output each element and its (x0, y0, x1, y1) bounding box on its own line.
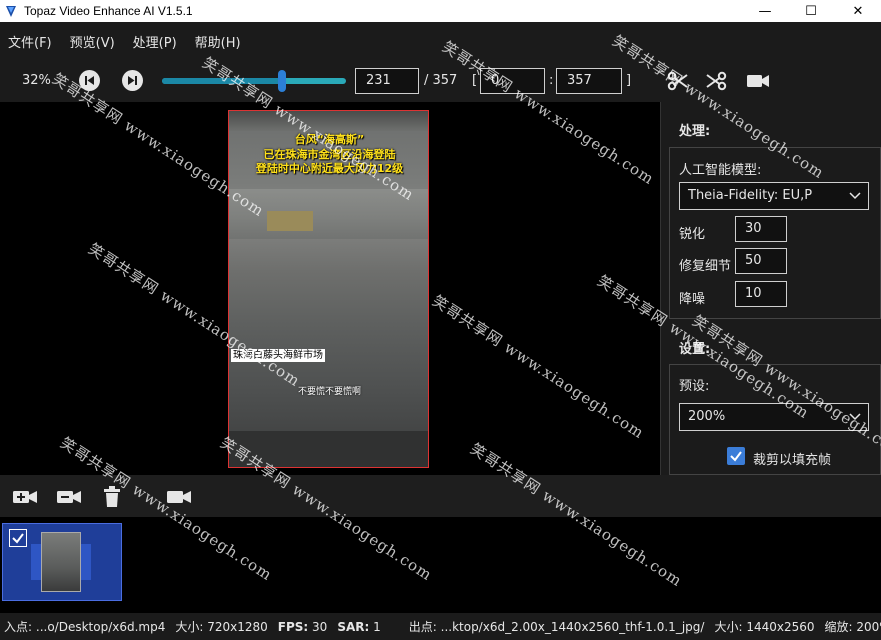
clip-toolbar (0, 475, 881, 517)
range-separator: : (549, 73, 554, 88)
video-top-band (229, 111, 428, 131)
menu-preview[interactable]: 预览(V) (70, 32, 115, 51)
video-frame: 台风“海高斯” 已在珠海市金湾区沿海登陆 登陆时中心附近最大风力12级 珠海白藤… (228, 110, 429, 468)
ai-model-value: Theia-Fidelity: EU,P (688, 188, 813, 203)
skip-end-icon[interactable] (122, 70, 143, 91)
crop-fill-checkbox[interactable] (727, 447, 745, 465)
video-caption-line-1: 台风“海高斯” (294, 133, 365, 146)
preset-value: 200% (688, 409, 726, 424)
crop-fill-label: 裁剪以填充帧 (753, 453, 832, 468)
menu-help[interactable]: 帮助(H) (195, 32, 241, 51)
minimize-button[interactable]: — (742, 0, 788, 22)
status-fps-value: 30 (312, 619, 328, 634)
ai-model-dropdown[interactable]: Theia-Fidelity: EU,P (679, 182, 869, 210)
status-fps: FPS: 30 (278, 620, 328, 634)
thumbnail-strip (0, 517, 881, 613)
sharpen-field[interactable]: 30 (735, 216, 787, 242)
video-camera-icon[interactable] (165, 484, 193, 510)
timeline-slider[interactable] (162, 78, 346, 84)
thumbnail-image (41, 532, 81, 592)
range-end-field[interactable]: 357 (556, 68, 622, 94)
checkmark-icon (12, 533, 24, 544)
status-size-label: 大小: (175, 620, 204, 634)
status-input-value: ...o/Desktop/x6d.mp4 (35, 620, 166, 634)
menu-file[interactable]: 文件(F) (8, 32, 52, 51)
window-title: Topaz Video Enhance AI V1.5.1 (24, 4, 193, 18)
status-input-label: 入点: (4, 620, 33, 634)
processing-heading: 处理: (679, 124, 711, 139)
menu-bar: 文件(F) 预览(V) 处理(P) 帮助(H) (0, 22, 881, 60)
timeline-slider-fill (162, 78, 282, 84)
video-place-label: 珠海白藤头海鲜市场 (231, 349, 325, 362)
video-bridge (229, 189, 428, 239)
zoom-level[interactable]: 32% (22, 73, 51, 88)
status-out-size: 大小: 1440x2560 (714, 618, 814, 635)
status-input: 入点: ...o/Desktop/x6d.mp4 (4, 618, 165, 635)
skip-start-icon[interactable] (79, 70, 100, 91)
status-fps-label: FPS: (277, 619, 309, 634)
status-scale-value: 200% (856, 620, 881, 634)
status-sar-label: SAR: (337, 619, 370, 634)
status-scale-label: 缩放: (824, 620, 853, 634)
denoise-label: 降噪 (679, 292, 706, 307)
range-open-bracket: [ (472, 73, 478, 88)
right-panel: 处理: 人工智能模型: Theia-Fidelity: EU,P 锐化 30 修… (660, 102, 881, 475)
status-sar-value: 1 (373, 619, 381, 634)
range-start-field[interactable]: 0 (480, 68, 545, 94)
range-close-bracket: ] (626, 73, 632, 88)
settings-heading: 设置: (679, 342, 711, 357)
restore-detail-label: 修复细节 (679, 259, 732, 274)
status-sar: SAR: 1 (337, 620, 380, 634)
menu-process[interactable]: 处理(P) (133, 32, 177, 51)
preset-label: 预设: (679, 379, 710, 394)
chevron-down-icon (849, 192, 861, 200)
status-out-size-value: 1440x2560 (746, 620, 815, 634)
close-button[interactable]: ✕ (835, 0, 881, 22)
status-output: 出点: ...ktop/x6d_2.00x_1440x2560_thf-1.0.… (409, 618, 705, 635)
chevron-down-icon (849, 413, 861, 421)
checkmark-icon (730, 451, 742, 462)
topaz-logo-icon (6, 6, 16, 17)
thumbnail-left-band (31, 544, 41, 580)
status-size-value: 720x1280 (207, 620, 268, 634)
remove-video-icon[interactable] (55, 484, 83, 510)
status-bar: 入点: ...o/Desktop/x6d.mp4 大小: 720x1280 FP… (0, 613, 881, 640)
thumbnail-right-band (81, 544, 91, 580)
status-output-label: 出点: (408, 620, 437, 634)
restore-detail-field[interactable]: 50 (735, 248, 787, 274)
video-caption-line-2: 已在珠海市金湾区沿海登陆 (263, 148, 396, 161)
status-scale: 缩放: 200% (825, 618, 881, 635)
timeline-slider-thumb[interactable] (277, 70, 286, 92)
ai-model-label: 人工智能模型: (679, 163, 762, 178)
maximize-button[interactable]: ☐ (788, 0, 834, 22)
app-window: Topaz Video Enhance AI V1.5.1 — ☐ ✕ 文件(F… (0, 0, 881, 640)
playback-toolbar: 32% 231 / 357 [ 0 : 357 ] (0, 60, 881, 102)
sharpen-label: 锐化 (679, 227, 706, 242)
trash-icon[interactable] (98, 484, 126, 510)
preview-area[interactable]: 台风“海高斯” 已在珠海市金湾区沿海登陆 登陆时中心附近最大风力12级 珠海白藤… (0, 102, 660, 475)
status-output-value: ...ktop/x6d_2.00x_1440x2560_thf-1.0.1_jp… (440, 620, 705, 634)
video-caption-line-3: 登陆时中心附近最大风力12级 (255, 162, 404, 175)
video-road-sign (267, 211, 313, 231)
video-subtitle: 不要慌不要慌啊 (297, 387, 361, 397)
status-out-size-label: 大小: (714, 620, 743, 634)
thumbnail-checkbox[interactable] (9, 529, 27, 547)
total-frames-label: / 357 (424, 73, 458, 88)
scissors-cut-icon[interactable] (664, 68, 692, 94)
scissors-split-icon[interactable] (702, 68, 730, 94)
current-frame-field[interactable]: 231 (355, 68, 419, 94)
preset-dropdown[interactable]: 200% (679, 403, 869, 431)
video-dashboard (229, 431, 428, 467)
denoise-field[interactable]: 10 (735, 281, 787, 307)
status-size: 大小: 720x1280 (175, 618, 267, 635)
add-video-icon[interactable] (11, 484, 39, 510)
title-bar: Topaz Video Enhance AI V1.5.1 — ☐ ✕ (0, 0, 881, 22)
video-thumbnail[interactable] (2, 523, 122, 601)
video-camera-icon[interactable] (744, 68, 772, 94)
